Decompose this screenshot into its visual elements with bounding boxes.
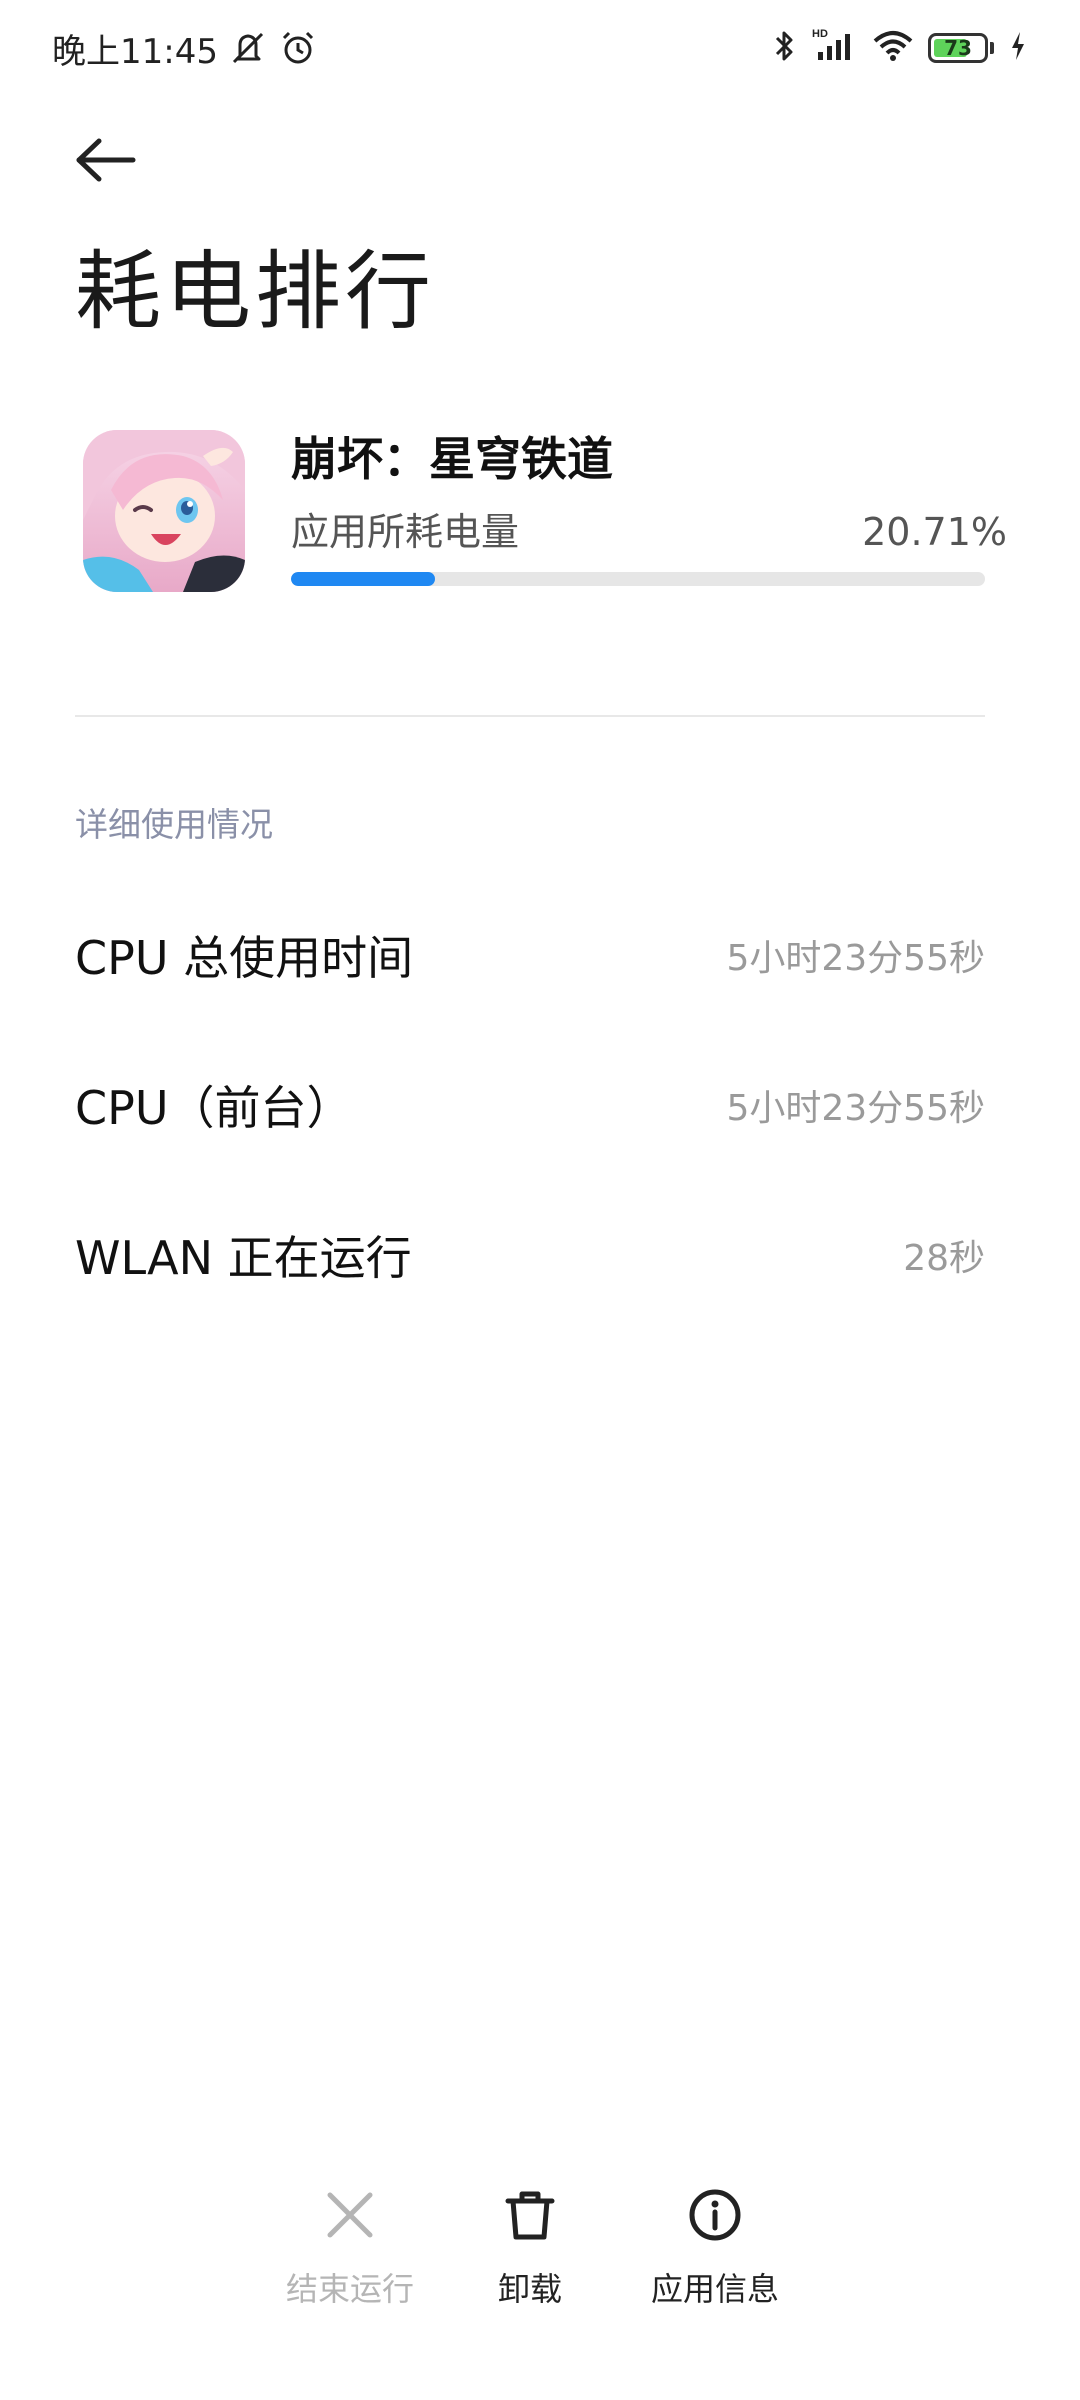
svg-text:HD: HD xyxy=(812,28,828,40)
page-title: 耗电排行 xyxy=(75,242,435,342)
detail-value: 5小时23分55秒 xyxy=(726,938,985,979)
end-process-label: 结束运行 xyxy=(285,2270,414,2308)
status-time: 晚上11:45 xyxy=(52,31,218,72)
info-icon xyxy=(689,2189,741,2241)
status-right: HD 73 xyxy=(772,24,1028,72)
alarm-icon xyxy=(278,28,318,68)
app-info-label: 应用信息 xyxy=(650,2270,779,2308)
app-name: 崩坏：星穹铁道 xyxy=(291,432,613,486)
usage-value: 20.71% xyxy=(862,510,1007,554)
usage-label: 应用所耗电量 xyxy=(291,510,520,554)
detail-row-cpu-foreground: CPU（前台） 5小时23分55秒 xyxy=(75,1030,985,1180)
trash-icon xyxy=(505,2191,555,2240)
app-usage-card: 崩坏：星穹铁道 应用所耗电量 20.71% xyxy=(75,430,1007,600)
divider xyxy=(75,715,985,717)
usage-progress-bar xyxy=(291,572,985,586)
section-title: 详细使用情况 xyxy=(75,805,273,844)
hd-signal-icon: HD xyxy=(812,26,858,70)
status-bar: 晚上11:45 HD 73 xyxy=(0,0,1080,96)
back-arrow-icon xyxy=(76,138,136,182)
mute-icon xyxy=(228,28,268,68)
app-info-button[interactable]: 应用信息 xyxy=(620,2180,810,2320)
status-left: 晚上11:45 xyxy=(52,24,318,72)
end-process-button[interactable]: 结束运行 xyxy=(255,2180,445,2320)
detail-label: CPU 总使用时间 xyxy=(75,931,414,985)
uninstall-label: 卸载 xyxy=(497,2270,562,2308)
battery-cap xyxy=(990,42,994,54)
bluetooth-icon xyxy=(772,26,798,70)
detail-label: CPU（前台） xyxy=(75,1081,353,1135)
battery-level: 73 xyxy=(944,36,972,60)
uninstall-button[interactable]: 卸载 xyxy=(435,2180,625,2320)
app-icon[interactable] xyxy=(83,430,245,592)
wifi-icon xyxy=(872,26,914,70)
detail-row-cpu-total: CPU 总使用时间 5小时23分55秒 xyxy=(75,880,985,1030)
detail-list: CPU 总使用时间 5小时23分55秒 CPU（前台） 5小时23分55秒 WL… xyxy=(75,880,985,1330)
charging-icon xyxy=(1008,26,1028,70)
detail-value: 5小时23分55秒 xyxy=(726,1088,985,1129)
battery-icon: 73 xyxy=(928,33,988,63)
close-icon xyxy=(327,2192,373,2238)
detail-label: WLAN 正在运行 xyxy=(75,1231,412,1285)
usage-progress-fill xyxy=(291,572,435,586)
bottom-action-bar: 结束运行 卸载 应用信息 xyxy=(0,2180,1080,2320)
detail-row-wlan: WLAN 正在运行 28秒 xyxy=(75,1180,985,1330)
back-button[interactable] xyxy=(60,115,150,205)
detail-value: 28秒 xyxy=(903,1238,985,1279)
